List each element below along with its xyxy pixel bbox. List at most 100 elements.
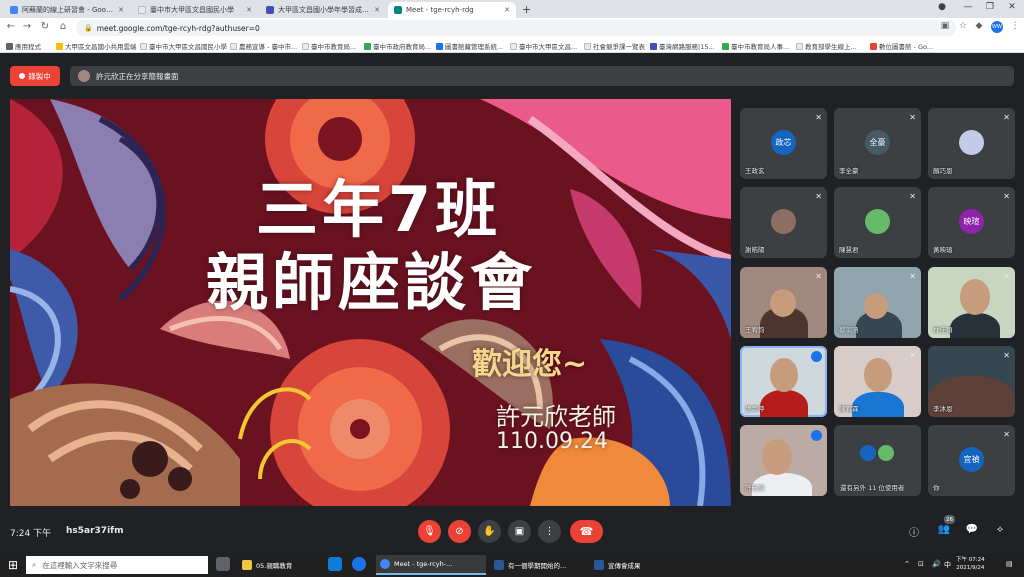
bookmark-item[interactable]: 臺中市政府教育局...	[364, 41, 431, 51]
participant-tile[interactable]: 映瑄 ✕ 黃映瑄	[928, 187, 1015, 258]
bookmark-item[interactable]: 臺灣網路服務|15...	[650, 41, 715, 51]
participant-video-tile[interactable]: ✕ 李沐恩	[928, 346, 1015, 417]
camera-toggle-button[interactable]: ⊘	[448, 520, 471, 543]
mic-toggle-button[interactable]: 🎙	[418, 520, 441, 543]
page-icon	[138, 6, 146, 14]
edge-icon[interactable]	[328, 557, 342, 571]
bookmark-item[interactable]: 臺中市教育局...	[302, 41, 356, 51]
participant-tile[interactable]: ✕ 謝皓陽	[740, 187, 827, 258]
reload-icon[interactable]: ↻	[38, 21, 52, 32]
menu-icon[interactable]: ⋮	[1008, 21, 1022, 31]
home-icon[interactable]: ⌂	[56, 21, 70, 32]
participant-video-tile[interactable]: ✕ 陳宥霖	[834, 346, 921, 417]
bookmark-item[interactable]: 圖書館藏管理系統...	[436, 41, 503, 51]
avatar	[771, 209, 796, 234]
windows-start-icon[interactable]: ⊞	[8, 558, 18, 572]
address-bar[interactable]: 🔒 meet.google.com/tge-rcyh-rdg?authuser=…	[76, 20, 956, 36]
raise-hand-button[interactable]: ✋	[478, 520, 501, 543]
bookmark-item[interactable]: 數位圖書館 - Go...	[870, 41, 933, 51]
taskbar-search-box[interactable]: ⌕ 在這裡輸入文字來搜尋	[26, 556, 208, 574]
presenter-avatar	[78, 70, 90, 82]
apps-icon	[6, 42, 13, 50]
people-icon[interactable]: 👥	[936, 524, 952, 540]
participant-tile[interactable]: 全豪 ✕ 李全豪	[834, 108, 921, 179]
bookmark-item[interactable]: 應用程式	[6, 41, 41, 51]
slide-welcome-text: 歡迎您~	[472, 347, 588, 382]
volume-icon[interactable]: 🔊	[932, 560, 941, 568]
bookmark-item[interactable]: 臺中市大甲區文昌國民小學	[140, 41, 227, 51]
chat-icon[interactable]: 💬	[964, 524, 980, 540]
participant-tile[interactable]: ✕ 顏巧恩	[928, 108, 1015, 179]
bookmark-item[interactable]: 臺中市教育局人事...	[722, 41, 789, 51]
camera-indicator-icon[interactable]: ▣	[938, 21, 952, 31]
maximize-icon[interactable]: ❐	[980, 2, 1000, 12]
browser-tab[interactable]: 阿蘇蘭的線上研習會 - Google 文件 ✕	[4, 2, 130, 18]
participant-name: 謝皓陽	[745, 246, 765, 254]
browser-tab[interactable]: 臺中市大甲區文昌國民小學 ✕	[132, 2, 258, 18]
ime-icon[interactable]: 中	[944, 560, 951, 570]
meeting-time: 7:24 下午	[10, 529, 52, 539]
more-participants-tile[interactable]: 還有另外 11 位使用者	[834, 425, 921, 496]
page-icon	[436, 42, 443, 50]
back-arrow-icon[interactable]: ←	[4, 21, 18, 32]
participant-video-tile[interactable]: ✕ 蔡羽涵	[834, 267, 921, 338]
task-view-icon[interactable]	[216, 557, 230, 571]
participant-name: 許元欣	[745, 484, 765, 492]
bookmark-item[interactable]: 社會競爭課一覽表	[584, 41, 645, 51]
mic-off-icon: ✕	[909, 272, 916, 281]
new-tab-button[interactable]: +	[522, 3, 531, 16]
star-icon[interactable]: ☆	[956, 21, 970, 31]
participant-tile[interactable]: 政芯 ✕ 王政玄	[740, 108, 827, 179]
browser-tab-strip: 阿蘇蘭的線上研習會 - Google 文件 ✕ 臺中市大甲區文昌國民小學 ✕ 大…	[0, 0, 1024, 18]
slide-teacher-name: 許元欣老師	[496, 403, 616, 431]
leave-call-button[interactable]: ☎	[570, 520, 603, 543]
present-button[interactable]: ▣	[508, 520, 531, 543]
self-tile[interactable]: 宜禎 ✕ 你	[928, 425, 1015, 496]
mic-off-icon: ✕	[1003, 113, 1010, 122]
participant-name: 蔡羽涵	[839, 326, 859, 334]
video-face	[864, 293, 888, 319]
info-icon[interactable]: ⓘ	[906, 524, 922, 540]
notification-icon[interactable]: ▤	[1006, 560, 1013, 568]
taskbar-app[interactable]: 有一個學期開始的...	[490, 555, 586, 575]
recording-badge[interactable]: 錄製中	[10, 66, 60, 86]
phone-hangup-icon: ☎	[579, 525, 594, 538]
close-icon[interactable]: ✕	[246, 6, 252, 14]
taskbar-app-active[interactable]: Meet - tge-rcyh-...	[376, 555, 486, 575]
extensions-icon[interactable]: ◆	[972, 21, 986, 31]
taskbar-app[interactable]: 05.親職教育	[238, 555, 320, 575]
tray-up-icon[interactable]: ⌃	[904, 560, 910, 568]
profile-avatar[interactable]: WW	[991, 21, 1003, 33]
participant-name: 李全豪	[839, 167, 859, 175]
network-icon[interactable]: ⊡	[918, 560, 924, 568]
participant-video-tile-speaking[interactable]: 張萃萍	[740, 346, 827, 417]
more-options-button[interactable]: ⋮	[538, 520, 561, 543]
browser-tab[interactable]: 大甲區文昌國小學年學習成... ✕	[260, 2, 386, 18]
meeting-code: hs5ar37ifm	[66, 526, 124, 536]
system-clock[interactable]: 下午 07:24 2021/9/24	[956, 556, 985, 572]
activities-icon[interactable]: ⟡	[992, 524, 1008, 540]
bookmark-item[interactable]: 農務宣導 - 臺中市...	[230, 41, 297, 51]
browser-tab-active[interactable]: Meet - tge-rcyh-rdg ✕	[388, 2, 516, 18]
close-window-icon[interactable]: ✕	[1002, 2, 1022, 12]
participant-tile[interactable]: ✕ 陳慧君	[834, 187, 921, 258]
video-face	[762, 439, 792, 475]
avatar	[959, 130, 984, 155]
present-screen-icon: ▣	[514, 526, 525, 537]
forward-arrow-icon[interactable]: →	[20, 21, 34, 32]
participant-video-tile[interactable]: ✕ 王宥鈞	[740, 267, 827, 338]
clock-date: 2021/9/24	[956, 565, 985, 571]
participant-video-tile[interactable]: ✕ 林佳穎	[928, 267, 1015, 338]
close-icon[interactable]: ✕	[374, 6, 380, 14]
taskbar-app[interactable]: 宣傳會成果	[590, 555, 656, 575]
bookmark-item[interactable]: 臺中市大甲區文昌...	[510, 41, 577, 51]
participant-video-tile[interactable]: 許元欣	[740, 425, 827, 496]
close-icon[interactable]: ✕	[504, 6, 510, 14]
bookmark-item[interactable]: 教育部學生線上...	[796, 41, 857, 51]
participant-name: 陳慧君	[839, 246, 859, 254]
minimize-icon[interactable]: —	[958, 2, 978, 12]
bookmark-item[interactable]: 大甲區文昌國小共用雲端	[56, 41, 137, 51]
slide-title-line2: 親師座談會	[206, 246, 537, 319]
close-icon[interactable]: ✕	[118, 6, 124, 14]
ie-icon[interactable]	[352, 557, 366, 571]
